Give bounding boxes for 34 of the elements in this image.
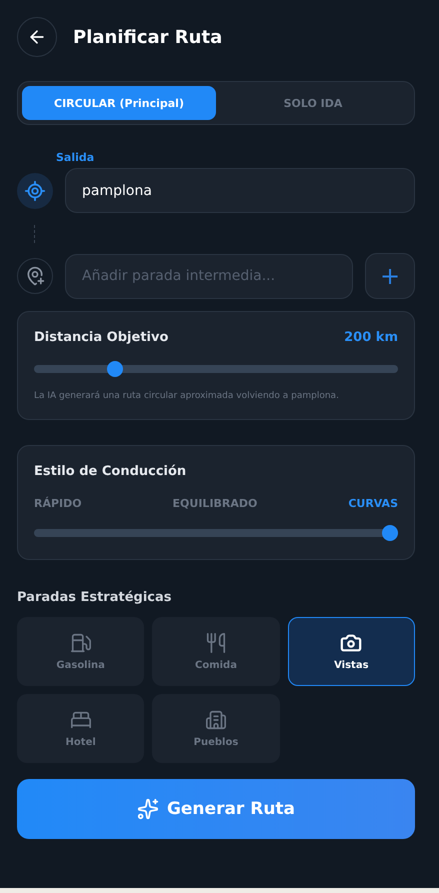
style-option[interactable]: RÁPIDO <box>34 497 82 510</box>
style-option[interactable]: CURVAS <box>348 497 398 510</box>
locate-icon <box>17 172 53 208</box>
page-title: Planificar Ruta <box>73 26 222 48</box>
section-title: Paradas Estratégicas <box>17 590 173 605</box>
generate-route-button[interactable]: Generar Ruta <box>17 779 415 839</box>
map-pin-plus-icon <box>17 258 53 294</box>
style-slider[interactable] <box>34 525 398 541</box>
route-mode-tab[interactable]: SOLO IDA <box>216 86 410 120</box>
waypoint-field[interactable]: Añadir parada intermedia... <box>65 254 353 298</box>
bed-icon <box>70 709 92 731</box>
fuel-pump-icon <box>70 632 92 654</box>
slider-thumb[interactable] <box>107 361 124 377</box>
distance-reading: 200 km <box>344 330 398 345</box>
origin-label: Salida <box>56 151 96 164</box>
back-button[interactable] <box>17 17 57 57</box>
stop-type-tile[interactable]: Vistas <box>288 617 415 686</box>
add-stop-button[interactable]: + <box>365 253 415 299</box>
buildings-icon <box>204 709 227 731</box>
stop-type-tile[interactable]: Hotel <box>17 694 144 763</box>
card-title: Estilo de Conducción <box>34 464 188 479</box>
distance-note: La IA generará una ruta circular aproximada volviendo a pamplona. <box>34 391 340 401</box>
slider-thumb[interactable] <box>382 525 398 541</box>
origin-field[interactable]: pamplona <box>65 168 415 213</box>
stop-type-tile[interactable]: Comida <box>152 617 280 686</box>
sparkles-icon <box>136 798 159 820</box>
style-option[interactable]: EQUILIBRADO <box>172 497 258 510</box>
card-title: Distancia Objetivo <box>34 330 168 345</box>
fork-knife-icon <box>204 632 227 654</box>
stop-type-tile[interactable]: Pueblos <box>152 694 280 763</box>
distance-slider[interactable] <box>34 361 398 377</box>
route-mode-tab[interactable]: CIRCULAR (Principal) <box>22 86 216 120</box>
camera-icon <box>340 632 362 654</box>
stop-type-tile[interactable]: Gasolina <box>17 617 144 686</box>
